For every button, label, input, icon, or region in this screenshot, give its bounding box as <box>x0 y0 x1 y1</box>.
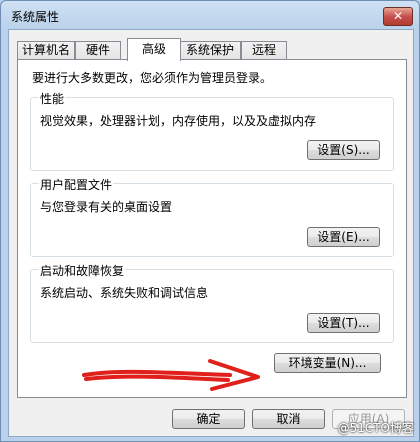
red-arrow-annotation <box>82 359 260 391</box>
tab-hardware[interactable]: 硬件 <box>75 41 121 60</box>
title-bar[interactable]: 系统属性 ✕ <box>1 1 419 29</box>
advanced-tab-panel: 要进行大多数更改，您必须作为管理员登录。 性能 视觉效果，处理器计划，内存使用，… <box>17 59 407 398</box>
group-startup-recovery: 启动和故障恢复 系统启动、系统失败和调试信息 设置(T)... <box>30 262 394 343</box>
group-user-profiles-description: 与您登录有关的桌面设置 <box>40 200 173 214</box>
group-user-profiles: 用户配置文件 与您登录有关的桌面设置 设置(E)... <box>30 176 394 257</box>
group-performance: 性能 视觉效果，处理器计划，内存使用，以及及虚拟内存 设置(S)... <box>30 90 394 171</box>
user-profiles-settings-button[interactable]: 设置(E)... <box>307 227 380 247</box>
group-startup-recovery-title: 启动和故障恢复 <box>39 262 126 279</box>
cancel-button[interactable]: 取消 <box>252 409 325 429</box>
performance-settings-button[interactable]: 设置(S)... <box>307 140 380 160</box>
tab-computer-name[interactable]: 计算机名 <box>17 41 75 60</box>
admin-note: 要进行大多数更改，您必须作为管理员登录。 <box>32 71 273 85</box>
tab-remote[interactable]: 远程 <box>241 41 287 60</box>
group-user-profiles-title: 用户配置文件 <box>39 176 114 193</box>
ok-button[interactable]: 确定 <box>172 409 245 429</box>
tab-advanced[interactable]: 高级 <box>127 38 181 61</box>
tab-system-protection[interactable]: 系统保护 <box>179 41 241 60</box>
startup-recovery-settings-button[interactable]: 设置(T)... <box>307 313 380 333</box>
window-title: 系统属性 <box>11 10 60 24</box>
group-performance-description: 视觉效果，处理器计划，内存使用，以及及虚拟内存 <box>40 114 317 128</box>
watermark: @51CTO博客 <box>337 421 414 435</box>
group-startup-recovery-description: 系统启动、系统失败和调试信息 <box>40 286 209 300</box>
close-button[interactable]: ✕ <box>383 7 413 26</box>
tab-strip: 计算机名 硬件 高级 系统保护 远程 <box>17 38 407 61</box>
group-performance-title: 性能 <box>39 90 66 107</box>
environment-variables-button[interactable]: 环境变量(N)... <box>274 353 381 373</box>
